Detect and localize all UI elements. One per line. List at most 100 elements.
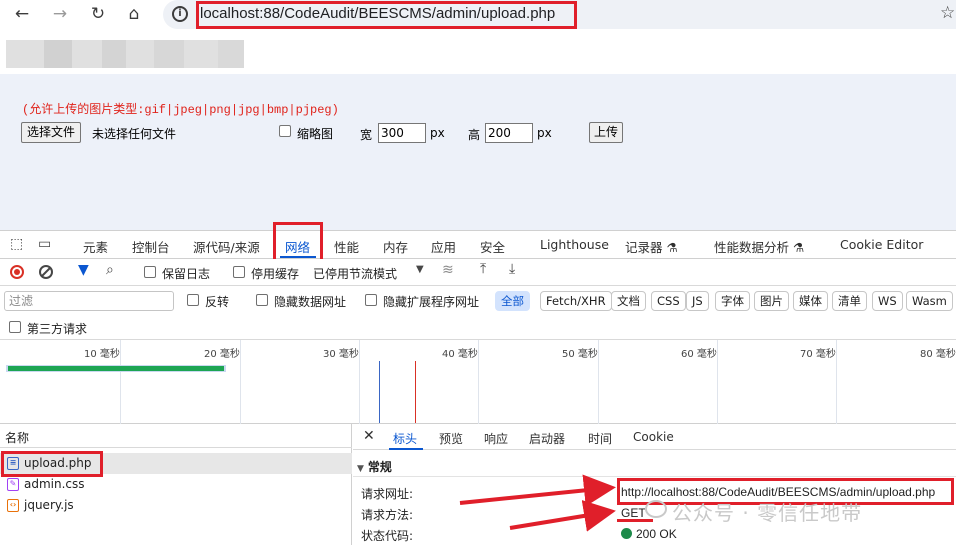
tab-performance-insights[interactable]: 性能数据分析 ⚗: [714, 237, 804, 256]
filter-row: 过滤 反转 隐藏数据网址 隐藏扩展程序网址 全部 Fetch/XHR 文档 CS…: [0, 286, 956, 316]
third-party-checkbox[interactable]: [9, 321, 21, 333]
hide-extension-urls-checkbox[interactable]: [365, 294, 377, 306]
height-input[interactable]: 200: [485, 123, 533, 143]
type-filter-fetch-xhr[interactable]: Fetch/XHR: [540, 291, 612, 311]
tab-headers[interactable]: 标头: [393, 430, 417, 447]
preserve-log-checkbox[interactable]: [144, 266, 156, 278]
type-filter-css[interactable]: CSS: [651, 291, 686, 311]
blur-block: [126, 40, 154, 68]
timeline-gridline: [120, 340, 121, 424]
tab-cookies[interactable]: Cookie: [633, 430, 674, 444]
blur-block: [218, 40, 244, 68]
tab-timing[interactable]: 时间: [588, 430, 612, 447]
tab-initiator[interactable]: 启动器: [529, 430, 565, 447]
type-filter-all[interactable]: 全部: [495, 291, 530, 311]
network-tab-highlight-box: [273, 222, 323, 264]
tab-performance[interactable]: 性能: [334, 237, 359, 256]
filter-icon[interactable]: ▼: [78, 262, 89, 278]
timeline-label: 10 毫秒: [84, 349, 120, 360]
height-label: 高: [468, 128, 481, 142]
type-filter-ws[interactable]: WS: [872, 291, 903, 311]
timeline-label: 70 毫秒: [800, 349, 836, 360]
no-file-text: 未选择任何文件: [92, 127, 177, 141]
choose-file-button[interactable]: 选择文件: [21, 122, 82, 143]
tab-response[interactable]: 响应: [484, 430, 508, 447]
close-icon[interactable]: ✕: [363, 428, 375, 444]
status-code-label: 状态代码:: [361, 529, 414, 543]
export-har-icon[interactable]: ⤓: [509, 261, 515, 277]
invert-checkbox[interactable]: [187, 294, 199, 306]
type-filter-manifest[interactable]: 清单: [832, 291, 867, 311]
type-filter-media[interactable]: 媒体: [793, 291, 828, 311]
back-icon[interactable]: ←: [10, 3, 34, 25]
wechat-icon: [645, 500, 667, 518]
inspect-element-icon[interactable]: ⬚: [10, 236, 23, 252]
reload-icon[interactable]: ↻: [86, 3, 110, 25]
disable-cache-label: 停用缓存: [251, 267, 300, 281]
network-timeline[interactable]: 10 毫秒 20 毫秒 30 毫秒 40 毫秒 50 毫秒 60 毫秒 70 毫…: [0, 340, 956, 424]
tab-security[interactable]: 安全: [480, 237, 505, 256]
forward-icon[interactable]: →: [48, 3, 72, 25]
hide-data-urls-checkbox[interactable]: [256, 294, 268, 306]
network-toolbar: ▼ ⌕ 保留日志 停用缓存 已停用节流模式 ▼ ≋ ⤒ ⤓: [0, 259, 956, 286]
type-filter-wasm[interactable]: Wasm: [906, 291, 953, 311]
blur-block: [6, 40, 44, 68]
width-input[interactable]: 300: [378, 123, 426, 143]
tab-console[interactable]: 控制台: [132, 237, 170, 256]
name-column-header[interactable]: 名称: [0, 424, 352, 448]
tab-lighthouse[interactable]: Lighthouse: [540, 237, 609, 252]
preserve-log-label: 保留日志: [162, 267, 211, 281]
tab-sources[interactable]: 源代码/来源: [193, 237, 260, 256]
upload-row-highlight-box: [1, 451, 103, 477]
watermark-text: 公众号 · 零信任地带: [672, 501, 863, 525]
general-section-header[interactable]: ▼ 常规: [357, 458, 392, 475]
third-party-row: 第三方请求: [0, 316, 956, 340]
tab-elements[interactable]: 元素: [83, 237, 108, 256]
allowed-types-text: (允许上传的图片类型:gif|jpeg|png|jpg|bmp|pjpeg): [22, 103, 339, 117]
blur-block: [184, 40, 218, 68]
throttling-select[interactable]: 已停用节流模式: [313, 265, 397, 282]
type-filter-js[interactable]: JS: [686, 291, 709, 311]
search-icon[interactable]: ⌕: [106, 262, 114, 278]
type-filter-img[interactable]: 图片: [754, 291, 789, 311]
clear-icon[interactable]: [39, 265, 53, 279]
record-icon[interactable]: [10, 265, 24, 279]
device-toggle-icon[interactable]: ▭: [38, 236, 51, 252]
blur-block: [102, 40, 126, 68]
status-ok-icon: [621, 528, 632, 539]
script-icon: ‹›: [7, 499, 19, 512]
load-event-line: [415, 361, 416, 423]
home-icon[interactable]: ⌂: [122, 3, 146, 25]
thumbnail-checkbox[interactable]: [279, 125, 291, 137]
request-list: 名称 ≡ upload.php ✎ admin.css ‹› jquery.js: [0, 424, 352, 545]
bookmark-star-icon[interactable]: ☆: [940, 3, 955, 23]
type-filter-doc[interactable]: 文档: [611, 291, 646, 311]
chevron-down-icon[interactable]: ▼: [416, 264, 424, 275]
tab-memory[interactable]: 内存: [383, 237, 408, 256]
hide-extension-urls-label: 隐藏扩展程序网址: [383, 295, 480, 309]
triangle-down-icon: ▼: [357, 464, 364, 474]
method-underline: [617, 519, 653, 522]
request-method-label: 请求方法:: [361, 508, 414, 522]
timeline-gridline: [717, 340, 718, 424]
hide-data-urls-label: 隐藏数据网址: [274, 295, 347, 309]
timeline-label: 50 毫秒: [562, 349, 598, 360]
timeline-label: 20 毫秒: [204, 349, 240, 360]
upload-page: (允许上传的图片类型:gif|jpeg|png|jpg|bmp|pjpeg) 选…: [0, 74, 956, 230]
tab-cookie-editor[interactable]: Cookie Editor: [840, 237, 923, 252]
request-row-admin-css[interactable]: ✎ admin.css: [0, 474, 352, 495]
disable-cache-checkbox[interactable]: [233, 266, 245, 278]
site-info-icon[interactable]: i: [172, 6, 188, 22]
tab-preview[interactable]: 预览: [439, 430, 463, 447]
thumbnail-label: 缩略图: [297, 127, 334, 141]
tab-application[interactable]: 应用: [431, 237, 456, 256]
request-row-jquery[interactable]: ‹› jquery.js: [0, 495, 352, 516]
timeline-gridline: [598, 340, 599, 424]
network-conditions-icon[interactable]: ≋: [442, 262, 454, 278]
status-code-text: 200 OK: [636, 527, 677, 541]
upload-button[interactable]: 上传: [589, 122, 624, 143]
import-har-icon[interactable]: ⤒: [480, 261, 486, 277]
filter-input[interactable]: 过滤: [4, 291, 174, 311]
tab-recorder[interactable]: 记录器 ⚗: [625, 237, 678, 256]
type-filter-font[interactable]: 字体: [715, 291, 750, 311]
